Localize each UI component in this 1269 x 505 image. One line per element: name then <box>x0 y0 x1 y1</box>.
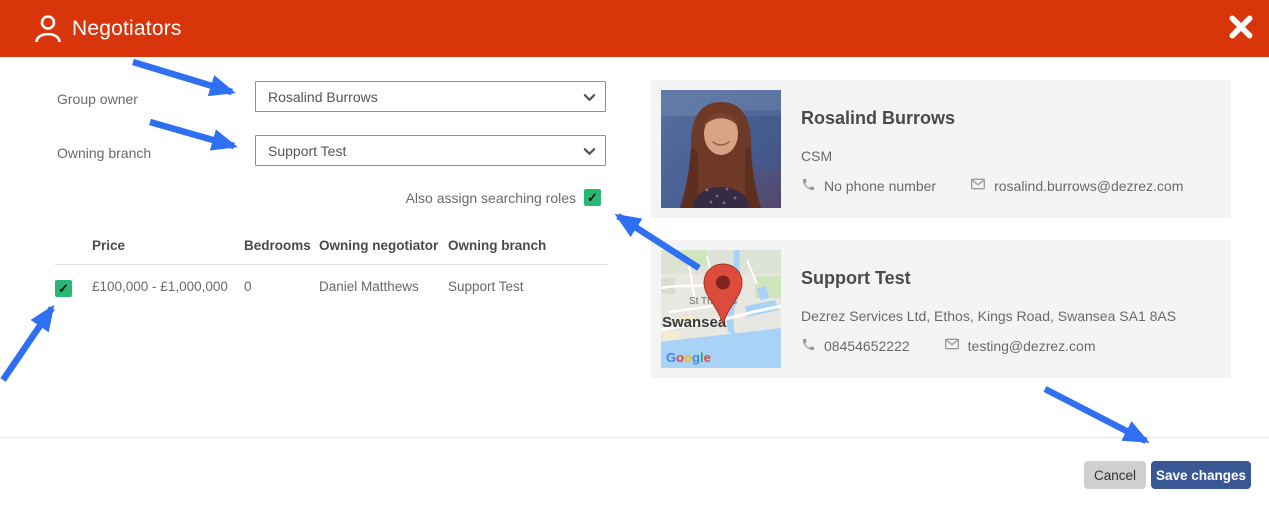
searching-roles-row: Also assign searching roles <box>255 189 601 206</box>
branch-name: Support Test <box>801 268 911 288</box>
negotiator-contact: No phone number rosalind.burrows@dezrez.… <box>801 176 1183 195</box>
checkbox-column-header <box>55 238 92 253</box>
chevron-down-icon <box>583 91 596 104</box>
person-icon <box>33 13 63 43</box>
owning-branch-value: Support Test <box>268 142 347 159</box>
email-item: testing@dezrez.com <box>944 336 1096 355</box>
branch-email: testing@dezrez.com <box>967 337 1096 354</box>
phone-icon <box>801 337 816 355</box>
branch-map-thumbnail: St Thomas Swansea Google <box>661 250 781 368</box>
negotiator-role: CSM <box>801 148 833 164</box>
phone-icon <box>801 177 816 195</box>
price-ranges-table: Price Bedrooms Owning negotiator Owning … <box>55 238 608 297</box>
col-header-owning-negotiator: Owning negotiator <box>319 238 439 253</box>
owning-branch-select[interactable]: Support Test <box>255 135 606 166</box>
cell-owning-branch: Support Test <box>448 279 524 294</box>
group-owner-value: Rosalind Burrows <box>268 88 378 105</box>
branch-contact: 08454652222 testing@dezrez.com <box>801 336 1095 355</box>
phone-item: 08454652222 <box>801 337 910 355</box>
branch-phone: 08454652222 <box>824 337 910 354</box>
branch-card: St Thomas Swansea Google Support Test De… <box>651 240 1231 378</box>
save-changes-button[interactable]: Save changes <box>1151 461 1251 489</box>
google-logo: Google <box>666 350 711 365</box>
group-owner-label: Group owner <box>57 91 138 107</box>
negotiators-modal: Negotiators Group owner Rosalind Burrows… <box>0 0 1269 505</box>
col-header-price: Price <box>92 238 126 253</box>
table-header-row: Price Bedrooms Owning negotiator Owning … <box>55 238 608 265</box>
map-label-swansea: Swansea <box>662 314 727 331</box>
group-owner-select[interactable]: Rosalind Burrows <box>255 81 606 112</box>
close-button[interactable] <box>1225 12 1257 44</box>
searching-roles-checkbox[interactable] <box>584 189 601 206</box>
searching-roles-label: Also assign searching roles <box>405 189 576 206</box>
col-header-owning-branch: Owning branch <box>448 238 547 253</box>
arrow-to-group-owner-select <box>132 58 236 97</box>
cell-price: £100,000 - £1,000,000 <box>92 279 228 294</box>
cell-bedrooms: 0 <box>244 279 252 294</box>
close-icon <box>1228 15 1254 43</box>
chevron-down-icon <box>583 145 596 158</box>
phone-item: No phone number <box>801 177 936 195</box>
table-row: £100,000 - £1,000,000 0 Daniel Matthews … <box>55 265 608 297</box>
email-icon <box>944 336 960 355</box>
col-header-bedrooms: Bedrooms <box>244 238 311 253</box>
cell-owning-negotiator: Daniel Matthews <box>319 279 419 294</box>
negotiator-name: Rosalind Burrows <box>801 108 956 128</box>
branch-address: Dezrez Services Ltd, Ethos, Kings Road, … <box>801 308 1177 324</box>
arrow-to-row-checkbox <box>0 304 55 382</box>
negotiator-phone: No phone number <box>824 177 937 194</box>
email-item: rosalind.burrows@dezrez.com <box>970 176 1183 195</box>
row-checkbox[interactable] <box>55 280 72 297</box>
negotiator-card: Rosalind Burrows CSM No phone number ros… <box>651 80 1231 218</box>
modal-header: Negotiators <box>0 0 1269 57</box>
cancel-button[interactable]: Cancel <box>1084 461 1146 489</box>
arrow-to-owning-branch-select <box>149 118 238 151</box>
footer-divider <box>0 437 1269 438</box>
negotiator-photo <box>661 90 781 208</box>
email-icon <box>970 176 986 195</box>
arrow-to-save-button <box>1043 386 1150 444</box>
owning-branch-label: Owning branch <box>57 145 152 161</box>
modal-title: Negotiators <box>72 17 182 40</box>
negotiator-email: rosalind.burrows@dezrez.com <box>994 177 1184 194</box>
